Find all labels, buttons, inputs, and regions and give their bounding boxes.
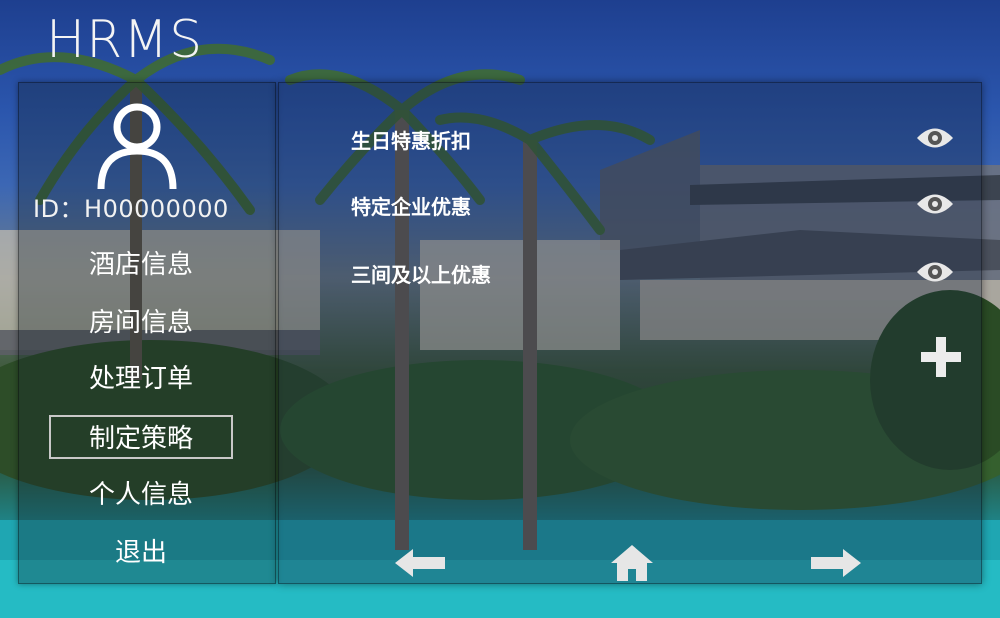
- eye-icon[interactable]: [915, 189, 955, 219]
- user-avatar-icon: [97, 103, 177, 190]
- arrow-left-icon[interactable]: [391, 545, 449, 581]
- promotion-row: 生日特惠折扣: [279, 119, 979, 159]
- promotion-row: 特定企业优惠: [279, 185, 979, 225]
- plus-icon[interactable]: [919, 335, 963, 379]
- promotion-label: 三间及以上优惠: [351, 263, 491, 287]
- eye-icon[interactable]: [915, 257, 955, 287]
- sidebar-item-room-info[interactable]: 房间信息: [49, 301, 233, 345]
- sidebar-item-personal-info[interactable]: 个人信息: [49, 473, 233, 517]
- eye-icon[interactable]: [915, 123, 955, 153]
- arrow-right-icon[interactable]: [807, 545, 865, 581]
- promotion-label: 特定企业优惠: [351, 195, 471, 219]
- user-id-label: ID：H00000000: [33, 195, 229, 223]
- strategy-panel: 生日特惠折扣 特定企业优惠 三间及以上优惠: [278, 82, 982, 584]
- sidebar-item-hotel-info[interactable]: 酒店信息: [49, 243, 233, 287]
- promotion-label: 生日特惠折扣: [351, 129, 471, 153]
- sidebar-item-strategy[interactable]: 制定策略: [49, 415, 233, 459]
- home-icon[interactable]: [609, 543, 655, 583]
- app-logo: HRMS: [46, 10, 204, 70]
- sidebar: ID：H00000000 酒店信息 房间信息 处理订单 制定策略 个人信息 退出: [18, 82, 276, 584]
- promotion-row: 三间及以上优惠: [279, 253, 979, 293]
- sidebar-item-orders[interactable]: 处理订单: [49, 357, 233, 401]
- sidebar-item-logout[interactable]: 退出: [49, 531, 233, 575]
